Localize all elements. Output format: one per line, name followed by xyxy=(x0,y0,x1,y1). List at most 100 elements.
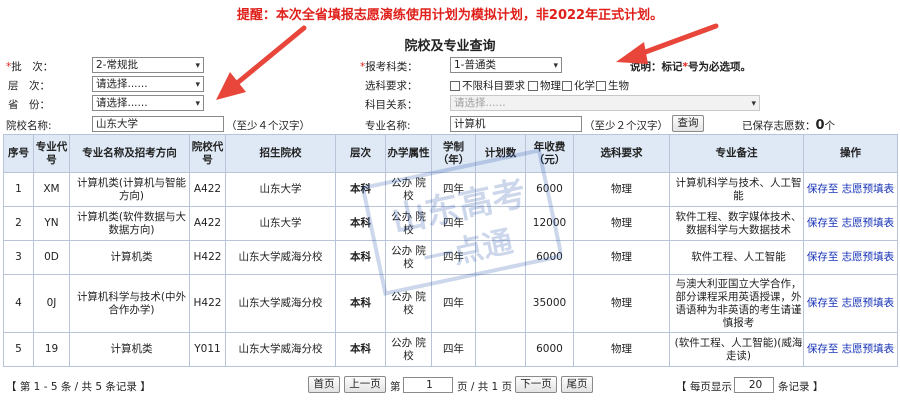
cell-remark: 与澳大利亚国立大学合作，部分课程采用英语授课，外语语种为非英语的考生请谨慎报考 xyxy=(669,274,804,333)
school-name-input[interactable]: 山东大学 xyxy=(92,116,224,132)
save-to-form-link[interactable]: 保存至 志愿预填表 xyxy=(804,297,897,310)
cell-major-name: 计算机类(计算机与智能方向) xyxy=(69,172,190,207)
cell-action: 保存至 志愿预填表 xyxy=(803,240,898,275)
page-number-input[interactable]: 1 xyxy=(403,377,453,393)
cell-fee: 35000 xyxy=(525,274,574,333)
notice-banner: 提醒：本次全省填报志愿演练使用计划为模拟计划，非2022年正式计划。 xyxy=(236,8,664,23)
province-select[interactable]: 请选择...... ▾ xyxy=(92,95,204,111)
header-attr: 办学属性 xyxy=(385,134,432,173)
cell-no: 2 xyxy=(3,206,34,241)
cell-level: 本科 xyxy=(335,172,386,207)
next-page-button[interactable]: 下一页 xyxy=(515,376,557,393)
cell-level: 本科 xyxy=(335,206,386,241)
cell-plan xyxy=(475,274,526,333)
cell-attr: 公办 院校 xyxy=(385,274,432,333)
saved-count-label: 已保存志愿数：0个 xyxy=(742,118,836,133)
cell-years: 四年 xyxy=(431,240,476,275)
category-select[interactable]: 1-普通类 ▾ xyxy=(450,57,562,73)
cell-major-code: 19 xyxy=(33,332,70,367)
per-page-suffix: 条记录 】 xyxy=(778,381,824,393)
save-to-form-link[interactable]: 保存至 志愿预填表 xyxy=(804,183,897,196)
cell-subject-req: 物理 xyxy=(573,332,670,367)
checkbox-no-limit[interactable]: 不限科目要求 xyxy=(450,78,525,93)
cell-years: 四年 xyxy=(431,206,476,241)
major-name-input[interactable]: 计算机 xyxy=(450,116,582,132)
chevron-down-icon: ▾ xyxy=(751,99,756,109)
header-plan: 计划数 xyxy=(475,134,526,173)
cell-fee: 6000 xyxy=(525,172,574,207)
checkbox-biology[interactable]: 生物 xyxy=(596,78,629,93)
cell-attr: 公办 院校 xyxy=(385,172,432,207)
table-row: 2 YN 计算机类(软件数据与大数据方向) A422 山东大学 本科 公办 院校… xyxy=(3,206,898,241)
chevron-down-icon: ▾ xyxy=(195,99,200,109)
subject-relation-select[interactable]: 请选择...... ▾ xyxy=(450,95,760,111)
cell-no: 5 xyxy=(3,332,34,367)
table-row: 3 0D 计算机类 H422 山东大学威海分校 本科 公办 院校 四年 6000… xyxy=(3,240,898,275)
cell-attr: 公办 院校 xyxy=(385,332,432,367)
cell-remark: 计算机科学与技术、人工智能 xyxy=(669,172,804,207)
level-select[interactable]: 请选择...... ▾ xyxy=(92,76,204,92)
cell-major-name: 计算机类 xyxy=(69,332,190,367)
per-page-input[interactable]: 20 xyxy=(734,377,774,393)
cell-school-code: H422 xyxy=(189,240,226,275)
cell-school: 山东大学 xyxy=(225,206,336,241)
header-major-code: 专业代号 xyxy=(33,134,70,173)
cell-major-name: 计算机科学与技术(中外合作办学) xyxy=(69,274,190,333)
header-no: 序号 xyxy=(3,134,34,173)
page-title: 院校及专业查询 xyxy=(404,39,496,54)
cell-school-code: Y011 xyxy=(189,332,226,367)
page-total: 页 / 共 1 页 xyxy=(457,381,513,393)
per-page-prefix: 【 每页显示 xyxy=(676,381,732,393)
cell-plan xyxy=(475,206,526,241)
cell-school: 山东大学威海分校 xyxy=(225,240,336,275)
cell-major-name: 计算机类(软件数据与大数据方向) xyxy=(69,206,190,241)
cell-attr: 公办 院校 xyxy=(385,240,432,275)
school-name-label: 院校名称: xyxy=(6,120,52,132)
cell-action: 保存至 志愿预填表 xyxy=(803,206,898,241)
major-name-label: 专业名称: xyxy=(365,120,411,132)
cell-fee: 12000 xyxy=(525,206,574,241)
cell-school: 山东大学 xyxy=(225,172,336,207)
subject-relation-label: 科目关系： xyxy=(365,99,418,111)
prev-page-button[interactable]: 上一页 xyxy=(344,376,386,393)
batch-select[interactable]: 2-常规批 ▾ xyxy=(92,57,204,73)
major-name-hint: （至少２个汉字） xyxy=(584,120,668,132)
query-button[interactable]: 查询 xyxy=(672,115,704,132)
cell-no: 3 xyxy=(3,240,34,275)
save-to-form-link[interactable]: 保存至 志愿预填表 xyxy=(804,251,897,264)
first-page-button[interactable]: 首页 xyxy=(308,376,340,393)
cell-plan xyxy=(475,172,526,207)
header-years: 学制（年） xyxy=(431,134,476,173)
results-table: 序号 专业代号 专业名称及招考方向 院校代号 招生院校 层次 办学属性 学制（年… xyxy=(3,134,898,367)
cell-subject-req: 物理 xyxy=(573,240,670,275)
cell-years: 四年 xyxy=(431,172,476,207)
last-page-button[interactable]: 尾页 xyxy=(561,376,593,393)
cell-action: 保存至 志愿预填表 xyxy=(803,332,898,367)
header-school: 招生院校 xyxy=(225,134,336,173)
save-to-form-link[interactable]: 保存至 志愿预填表 xyxy=(804,217,897,230)
cell-remark: 软件工程、人工智能 xyxy=(669,240,804,275)
checkbox-chemistry[interactable]: 化学 xyxy=(562,78,595,93)
cell-action: 保存至 志愿预填表 xyxy=(803,274,898,333)
school-name-hint: （至少４个汉字） xyxy=(226,120,310,132)
cell-major-code: XM xyxy=(33,172,70,207)
cell-school-code: A422 xyxy=(189,172,226,207)
header-school-code: 院校代号 xyxy=(189,134,226,173)
cell-plan xyxy=(475,332,526,367)
chevron-down-icon: ▾ xyxy=(195,80,200,90)
province-label: 省 份： xyxy=(8,99,50,111)
save-to-form-link[interactable]: 保存至 志愿预填表 xyxy=(804,343,897,356)
cell-years: 四年 xyxy=(431,274,476,333)
table-header-row: 序号 专业代号 专业名称及招考方向 院校代号 招生院校 层次 办学属性 学制（年… xyxy=(3,134,898,173)
checkbox-physics[interactable]: 物理 xyxy=(528,78,561,93)
cell-school-code: A422 xyxy=(189,206,226,241)
saved-count-value: 0 xyxy=(815,118,825,133)
cell-level: 本科 xyxy=(335,274,386,333)
header-level: 层次 xyxy=(335,134,386,173)
header-action: 操作 xyxy=(803,134,898,173)
table-row: 4 0J 计算机科学与技术(中外合作办学) H422 山东大学威海分校 本科 公… xyxy=(3,274,898,333)
header-remark: 专业备注 xyxy=(669,134,804,173)
cell-attr: 公办 院校 xyxy=(385,206,432,241)
cell-major-code: 0J xyxy=(33,274,70,333)
table-row: 1 XM 计算机类(计算机与智能方向) A422 山东大学 本科 公办 院校 四… xyxy=(3,172,898,207)
